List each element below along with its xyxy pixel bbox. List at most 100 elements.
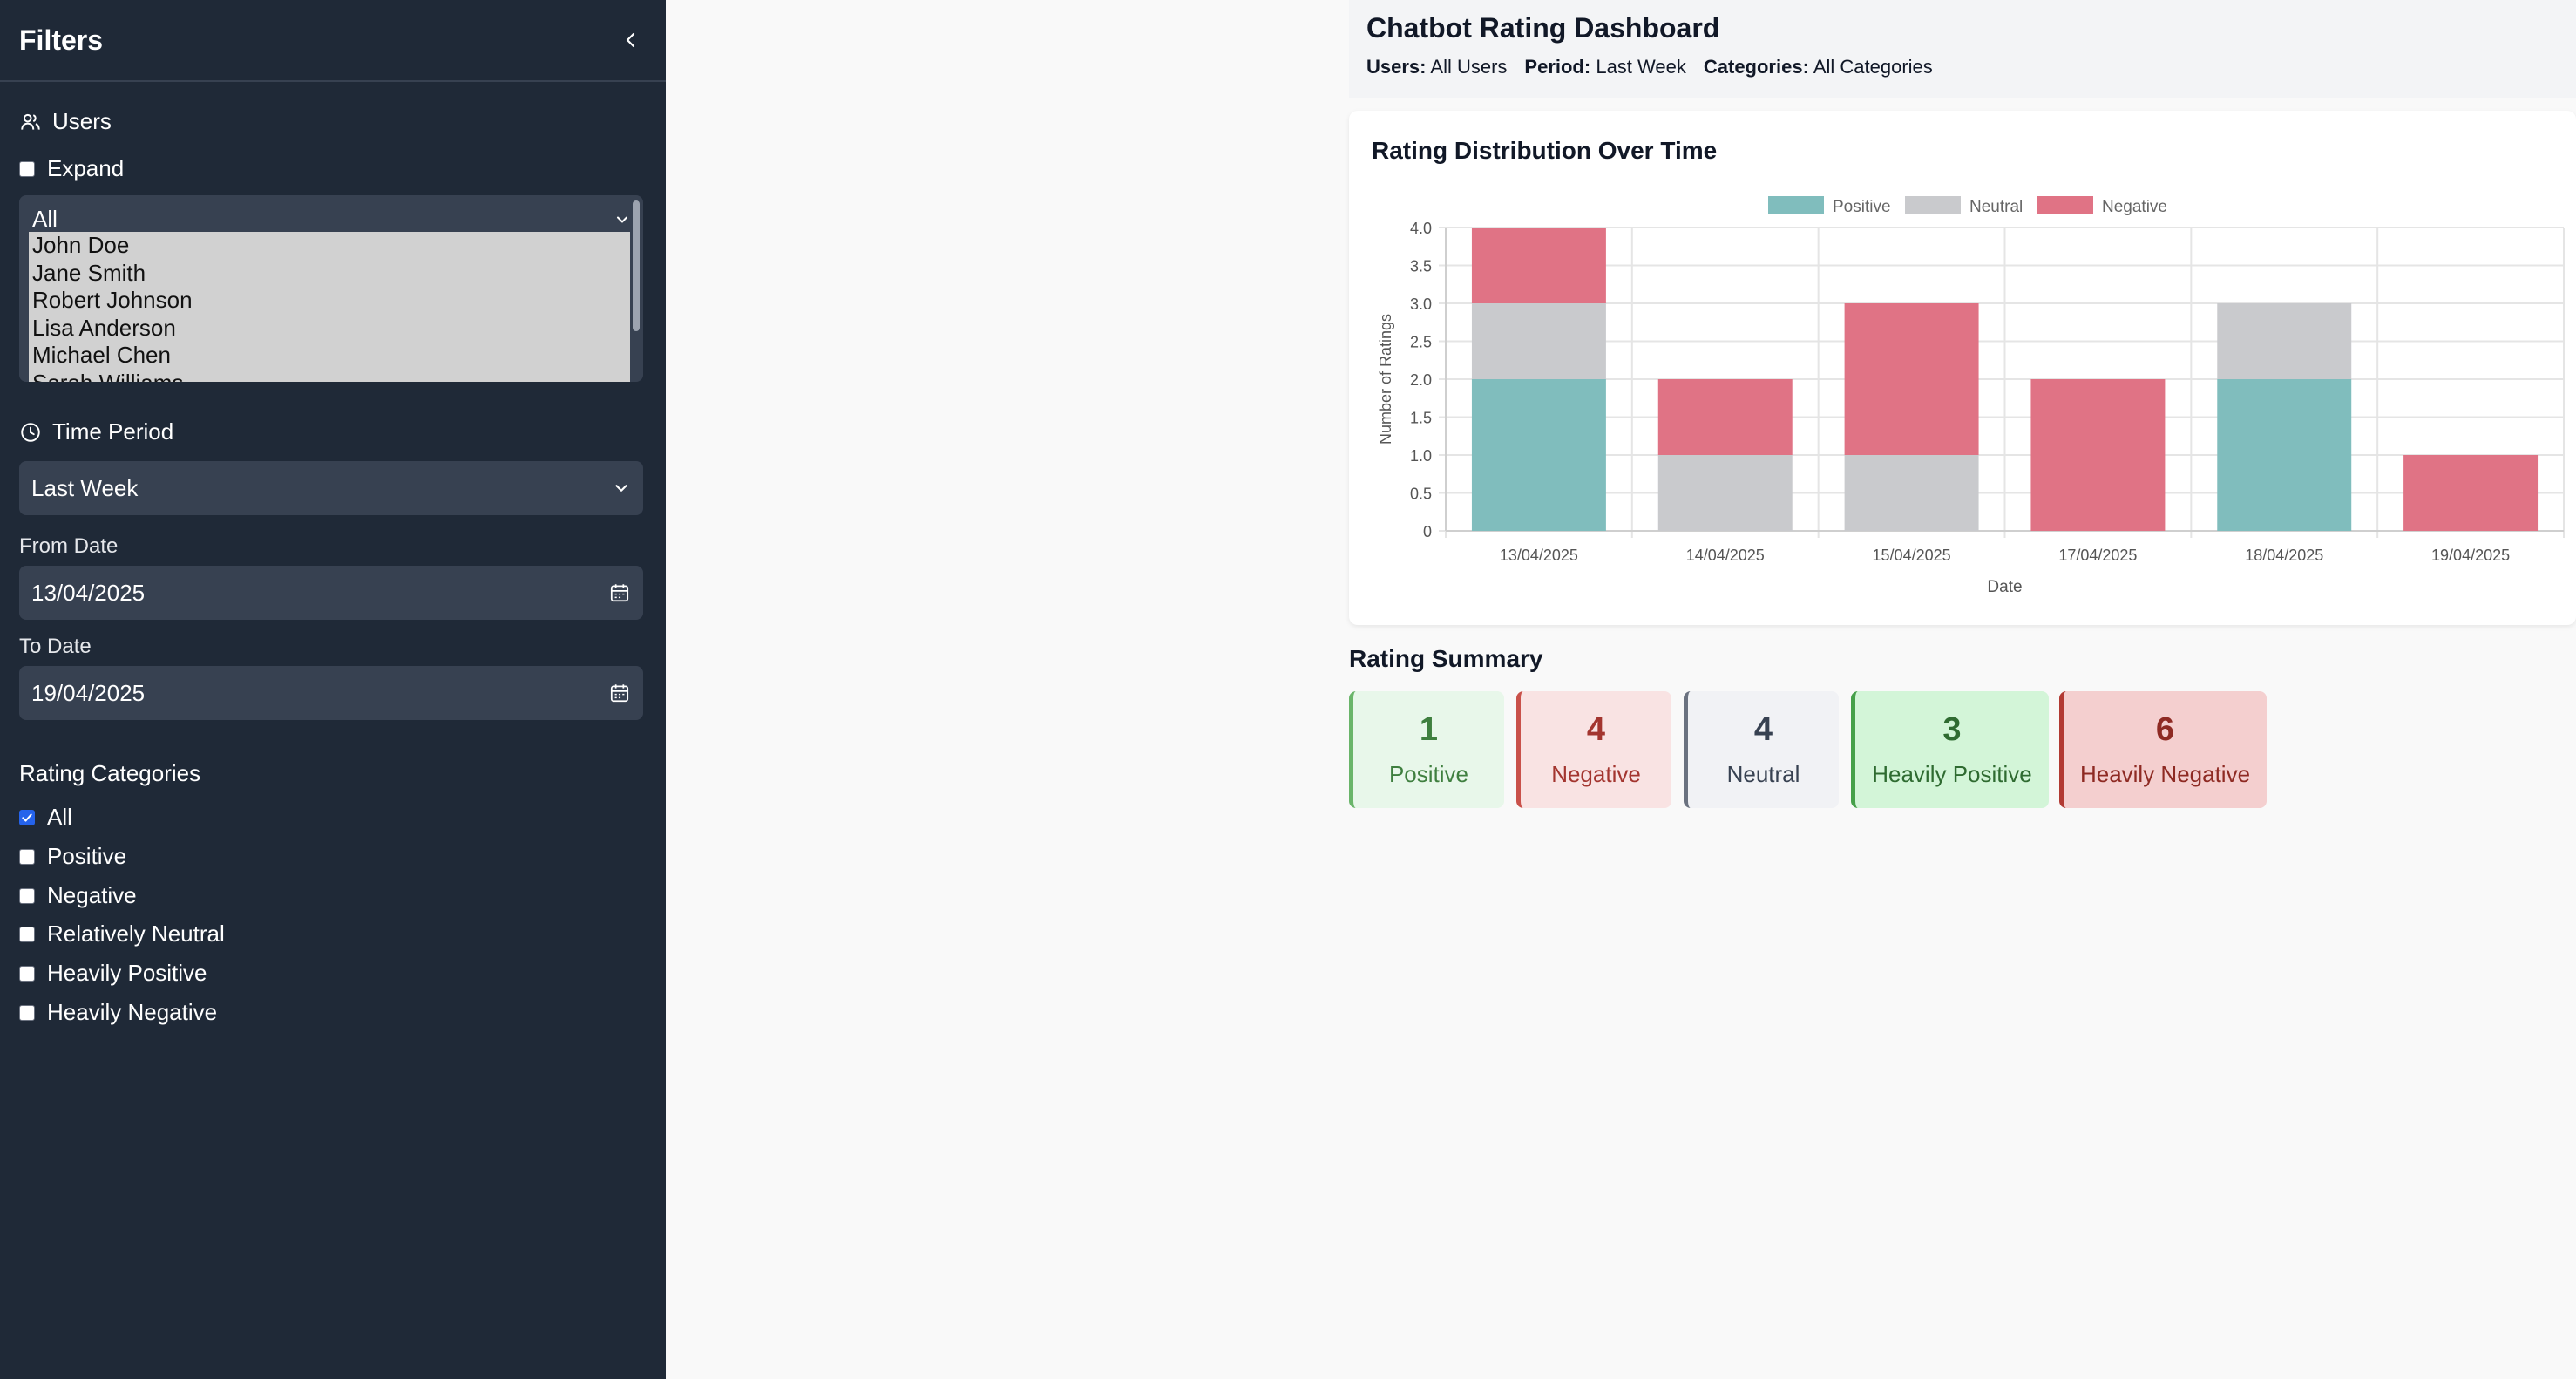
calendar-icon[interactable] (608, 682, 631, 704)
category-checkbox[interactable] (19, 926, 35, 942)
x-tick-label: 18/04/2025 (2245, 547, 2323, 564)
category-checkbox[interactable] (19, 965, 35, 982)
summary-card-negative: 4 Negative (1516, 691, 1671, 808)
sidebar-header: Filters (0, 0, 666, 82)
category-heavily-negative[interactable]: Heavily Negative (19, 999, 217, 1026)
from-date-input[interactable]: 13/04/2025 (19, 566, 643, 620)
category-label: Heavily Negative (47, 999, 218, 1025)
calendar-icon[interactable] (608, 581, 631, 604)
dashboard-header: Chatbot Rating Dashboard Users: All User… (1349, 0, 2576, 98)
users-heading-label: Users (52, 108, 112, 134)
summary-label: Heavily Positive (1872, 761, 2032, 787)
legend-label: Positive (1833, 198, 1891, 216)
users-options-list: John Doe Jane Smith Robert Johnson Lisa … (29, 232, 630, 382)
summary-label: Positive (1388, 761, 1469, 787)
category-positive[interactable]: Positive (19, 843, 126, 870)
page-title: Chatbot Rating Dashboard (1366, 12, 1720, 44)
filters-sidebar: Filters Users Expand All John Doe Jane S… (0, 0, 666, 1379)
bar-segment-neutral (1657, 455, 1793, 531)
bar-segment-negative (2403, 455, 2539, 531)
time-period-value: Last Week (31, 474, 139, 501)
chevron-left-icon (626, 32, 635, 48)
category-checkbox[interactable] (19, 1004, 35, 1021)
rating-categories-heading: Rating Categories (19, 760, 201, 786)
active-filters-summary: Users: All Users Period: Last Week Categ… (1366, 56, 1933, 78)
category-negative[interactable]: Negative (19, 882, 137, 909)
summary-label: Neutral (1726, 761, 1800, 787)
summary-card-heavily-positive: 3 Heavily Positive (1851, 691, 2049, 808)
expand-checkbox[interactable] (19, 160, 35, 177)
filter-categories: Categories: All Categories (1703, 56, 1933, 78)
category-label: Relatively Neutral (47, 920, 225, 947)
category-heavily-positive[interactable]: Heavily Positive (19, 960, 207, 987)
users-heading: Users (19, 108, 112, 135)
user-option[interactable]: Jane Smith (29, 260, 630, 288)
from-date-value: 13/04/2025 (31, 579, 146, 606)
category-all[interactable]: All (19, 804, 72, 831)
summary-count: 1 (1419, 711, 1439, 748)
bar-segment-positive (2217, 379, 2352, 531)
summary-card-positive: 1 Positive (1349, 691, 1504, 808)
bar-segment-negative (1844, 303, 1979, 455)
legend-swatch-negative (2037, 196, 2093, 214)
expand-users-toggle[interactable]: Expand (19, 155, 124, 182)
y-tick-label: 0 (1423, 523, 1432, 540)
user-option[interactable]: Lisa Anderson (29, 315, 630, 343)
category-label: Heavily Positive (47, 960, 207, 986)
y-tick-label: 3.5 (1410, 258, 1432, 275)
bar-segment-neutral (1844, 455, 1979, 531)
legend-label: Negative (2102, 198, 2167, 216)
chevron-down-icon (613, 211, 631, 233)
summary-card-neutral: 4 Neutral (1684, 691, 1839, 808)
x-tick-label: 15/04/2025 (1873, 547, 1951, 564)
category-label: Negative (47, 882, 137, 908)
summary-label: Heavily Negative (2079, 761, 2251, 787)
time-period-heading: Time Period (19, 418, 173, 445)
bar-segment-negative (1471, 228, 1606, 303)
users-select-value: All (32, 206, 58, 232)
y-tick-label: 2.0 (1410, 371, 1432, 389)
time-period-select[interactable]: Last Week (19, 461, 643, 515)
expand-label: Expand (47, 155, 125, 181)
y-tick-label: 1.5 (1410, 410, 1432, 427)
summary-count: 6 (2155, 711, 2175, 748)
clock-icon (21, 422, 40, 442)
legend-label: Neutral (1969, 198, 2023, 216)
bar-segment-neutral (1471, 303, 1606, 379)
category-checkbox[interactable] (19, 887, 35, 904)
rating-summary-title: Rating Summary (1349, 645, 1543, 672)
x-tick-label: 19/04/2025 (2431, 547, 2510, 564)
bar-segment-positive (1471, 379, 1606, 531)
bar-segment-neutral (2217, 303, 2352, 379)
category-checkbox[interactable] (19, 848, 35, 865)
checkmark-icon (22, 812, 32, 822)
to-date-input[interactable]: 19/04/2025 (19, 666, 643, 720)
x-tick-label: 14/04/2025 (1686, 547, 1765, 564)
y-tick-label: 0.5 (1410, 486, 1432, 503)
chevron-down-icon (615, 485, 627, 492)
summary-card-heavily-negative: 6 Heavily Negative (2059, 691, 2267, 808)
filter-period: Period: Last Week (1524, 56, 1686, 78)
summary-label: Negative (1551, 761, 1641, 787)
bar-segment-negative (2030, 379, 2166, 531)
users-select[interactable]: All John Doe Jane Smith Robert Johnson L… (19, 195, 643, 382)
x-axis-title: Date (1987, 578, 2022, 596)
rating-chart-card: Rating Distribution Over Time 0 0.5 1.0 1.5… (1349, 111, 2576, 625)
category-checkbox[interactable] (19, 809, 35, 825)
summary-count: 4 (1753, 711, 1773, 748)
user-option[interactable]: Robert Johnson (29, 287, 630, 315)
category-relatively-neutral[interactable]: Relatively Neutral (19, 920, 225, 948)
summary-count: 4 (1586, 711, 1606, 748)
collapse-sidebar-button[interactable] (615, 24, 647, 56)
filter-users: Users: All Users (1366, 56, 1508, 78)
time-period-label: Time Period (52, 418, 174, 445)
legend-swatch-neutral (1905, 196, 1961, 214)
users-list-scrollbar[interactable] (633, 200, 640, 331)
user-option[interactable]: John Doe (29, 232, 630, 260)
user-option[interactable]: Sarah Williams (29, 370, 630, 383)
from-date-label: From Date (19, 534, 119, 558)
rating-distribution-chart: 0 0.5 1.0 1.5 2.0 2.5 3.0 3.5 4.0 13/04/2025 14/04… (1377, 196, 2565, 596)
user-option[interactable]: Michael Chen (29, 342, 630, 370)
y-tick-label: 2.5 (1410, 334, 1432, 351)
y-tick-label: 4.0 (1410, 220, 1432, 237)
